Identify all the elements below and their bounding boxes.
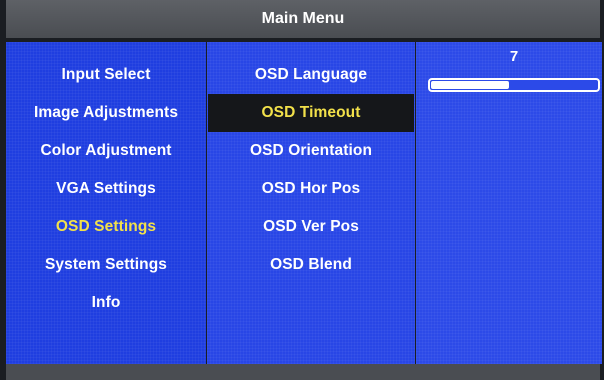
timeout-slider-fill xyxy=(431,81,509,89)
osd-screen: Main Menu Input Select Image Adjustments… xyxy=(0,0,604,380)
timeout-value: 7 xyxy=(509,48,519,65)
submenu-item-osd-language[interactable]: OSD Language xyxy=(207,56,415,94)
main-menu-panel: Input Select Image Adjustments Color Adj… xyxy=(6,42,206,364)
timeout-slider[interactable] xyxy=(428,78,600,92)
osd-submenu-list: OSD Language OSD Timeout OSD Orientation… xyxy=(207,56,415,284)
submenu-item-osd-ver-pos[interactable]: OSD Ver Pos xyxy=(207,208,415,246)
menu-item-color-adjustment[interactable]: Color Adjustment xyxy=(6,132,206,170)
menu-item-image-adjustments[interactable]: Image Adjustments xyxy=(6,94,206,132)
submenu-item-osd-blend[interactable]: OSD Blend xyxy=(207,246,415,284)
menu-item-system-settings[interactable]: System Settings xyxy=(6,246,206,284)
osd-submenu-panel: OSD Language OSD Timeout OSD Orientation… xyxy=(207,42,415,364)
menu-title: Main Menu xyxy=(6,0,600,38)
value-panel: 7 xyxy=(416,42,602,364)
submenu-item-osd-timeout[interactable]: OSD Timeout xyxy=(208,94,414,132)
menu-item-osd-settings[interactable]: OSD Settings xyxy=(6,208,206,246)
bottom-bar xyxy=(6,364,600,380)
menu-item-input-select[interactable]: Input Select xyxy=(6,56,206,94)
menu-item-info[interactable]: Info xyxy=(6,284,206,322)
menu-item-vga-settings[interactable]: VGA Settings xyxy=(6,170,206,208)
main-menu-list: Input Select Image Adjustments Color Adj… xyxy=(6,56,206,322)
submenu-item-osd-hor-pos[interactable]: OSD Hor Pos xyxy=(207,170,415,208)
submenu-item-osd-orientation[interactable]: OSD Orientation xyxy=(207,132,415,170)
